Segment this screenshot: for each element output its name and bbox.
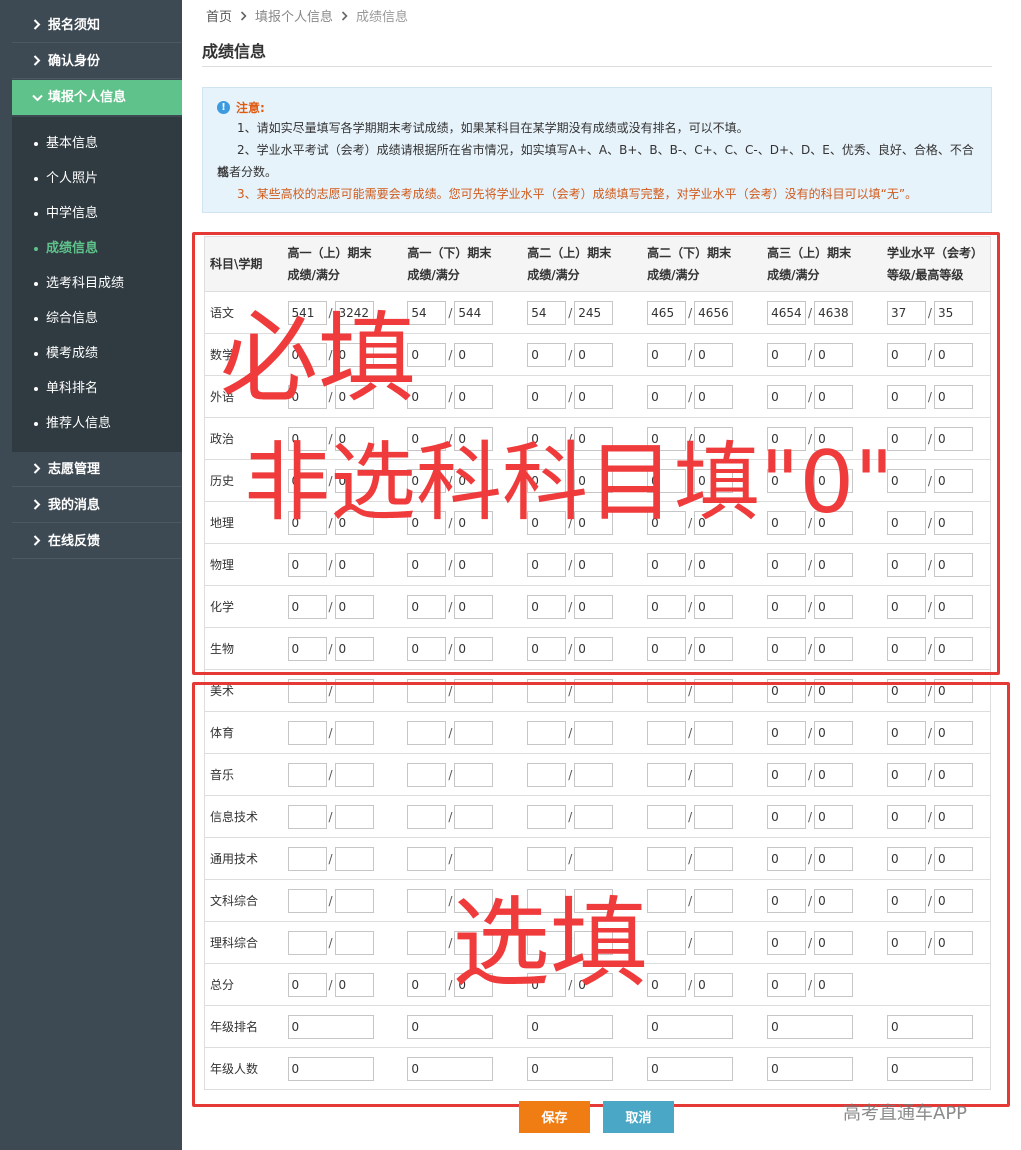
notice-title: 注意: <box>236 101 265 115</box>
sidebar-item-label: 我的消息 <box>48 498 101 513</box>
sidebar-item-label: 在线反馈 <box>48 534 101 549</box>
sidebar-subitem-mock-exam[interactable]: 模考成绩 <box>12 336 182 371</box>
sidebar-item-label: 志愿管理 <box>48 462 101 477</box>
sidebar-item-personal-info[interactable]: 填报个人信息 <box>12 80 182 115</box>
sidebar-subitem-label: 推荐人信息 <box>46 416 112 431</box>
annotation-non-elective-text: 非选科科目填"0" <box>244 433 894 533</box>
notice-box: ! 注意: 1、请如实尽量填写各学期期末考试成绩，如果某科目在某学期没有成绩或没… <box>202 87 992 213</box>
chevron-right-icon <box>341 11 348 24</box>
cancel-button[interactable]: 取消 <box>603 1101 674 1133</box>
info-icon: ! <box>217 101 230 114</box>
sidebar-subitem-label: 单科排名 <box>46 381 99 396</box>
sidebar-item-application-management[interactable]: 志愿管理 <box>12 452 182 487</box>
bullet-icon <box>34 281 38 286</box>
sidebar-subitem-label: 中学信息 <box>46 206 99 221</box>
sidebar: 报名须知 确认身份 填报个人信息 基本信息 个人照片 中学信息 成绩信息 选考科… <box>0 0 182 1150</box>
bullet-icon <box>34 176 38 181</box>
divider <box>202 66 992 67</box>
breadcrumb-personal-info[interactable]: 填报个人信息 <box>255 10 333 25</box>
sidebar-subitem-label: 成绩信息 <box>46 241 99 256</box>
notice-line-2-cont: 或者分数。 <box>217 165 278 179</box>
sidebar-submenu: 基本信息 个人照片 中学信息 成绩信息 选考科目成绩 综合信息 模考成绩 单科排… <box>12 117 182 452</box>
bullet-icon <box>34 421 38 426</box>
sidebar-subitem-label: 模考成绩 <box>46 346 99 361</box>
chevron-right-icon <box>28 44 46 79</box>
bullet-icon <box>34 141 38 146</box>
notice-line-3: 3、某些高校的志愿可能需要会考成绩。您可先将学业水平（会考）成绩填写完整，对学业… <box>237 187 918 201</box>
sidebar-subitem-label: 选考科目成绩 <box>46 276 125 291</box>
bullet-icon <box>34 351 38 356</box>
sidebar-subitem-photo[interactable]: 个人照片 <box>12 161 182 196</box>
breadcrumb-current: 成绩信息 <box>356 10 409 25</box>
sidebar-subitem-subject-ranking[interactable]: 单科排名 <box>12 371 182 406</box>
sidebar-subitem-basic-info[interactable]: 基本信息 <box>12 126 182 161</box>
sidebar-subitem-elective-grades[interactable]: 选考科目成绩 <box>12 266 182 301</box>
chevron-right-icon <box>240 11 247 24</box>
sidebar-subitem-label: 基本信息 <box>46 136 99 151</box>
breadcrumb-home[interactable]: 首页 <box>206 10 232 25</box>
sidebar-item-label: 确认身份 <box>48 54 101 69</box>
bullet-icon <box>34 386 38 391</box>
bullet-icon <box>34 246 38 251</box>
chevron-down-icon <box>28 80 46 115</box>
watermark: 高考直通车APP <box>843 1103 968 1124</box>
page-title: 成绩信息 <box>202 42 267 61</box>
notice-line-1: 1、请如实尽量填写各学期期末考试成绩，如果某科目在某学期没有成绩或没有排名，可以… <box>237 121 749 135</box>
sidebar-subitem-label: 个人照片 <box>46 171 99 186</box>
sidebar-subitem-comprehensive-info[interactable]: 综合信息 <box>12 301 182 336</box>
bullet-icon <box>34 316 38 321</box>
annotation-optional-text: 选填 <box>452 887 649 1001</box>
sidebar-item-confirm-identity[interactable]: 确认身份 <box>12 44 182 79</box>
save-button[interactable]: 保存 <box>519 1101 590 1133</box>
chevron-right-icon <box>28 524 46 559</box>
sidebar-item-label: 填报个人信息 <box>48 90 127 105</box>
breadcrumb: 首页 填报个人信息 成绩信息 <box>206 6 408 25</box>
chevron-right-icon <box>28 8 46 43</box>
sidebar-subitem-grades[interactable]: 成绩信息 <box>12 231 182 266</box>
sidebar-subitem-label: 综合信息 <box>46 311 99 326</box>
annotation-required-text: 必填 <box>220 302 417 416</box>
sidebar-item-online-feedback[interactable]: 在线反馈 <box>12 524 182 559</box>
sidebar-item-registration-notice[interactable]: 报名须知 <box>12 8 182 43</box>
sidebar-item-my-messages[interactable]: 我的消息 <box>12 488 182 523</box>
chevron-right-icon <box>28 452 46 487</box>
chevron-right-icon <box>28 488 46 523</box>
sidebar-item-label: 报名须知 <box>48 18 101 33</box>
sidebar-subitem-school-info[interactable]: 中学信息 <box>12 196 182 231</box>
sidebar-subitem-referee-info[interactable]: 推荐人信息 <box>12 406 182 441</box>
bullet-icon <box>34 211 38 216</box>
